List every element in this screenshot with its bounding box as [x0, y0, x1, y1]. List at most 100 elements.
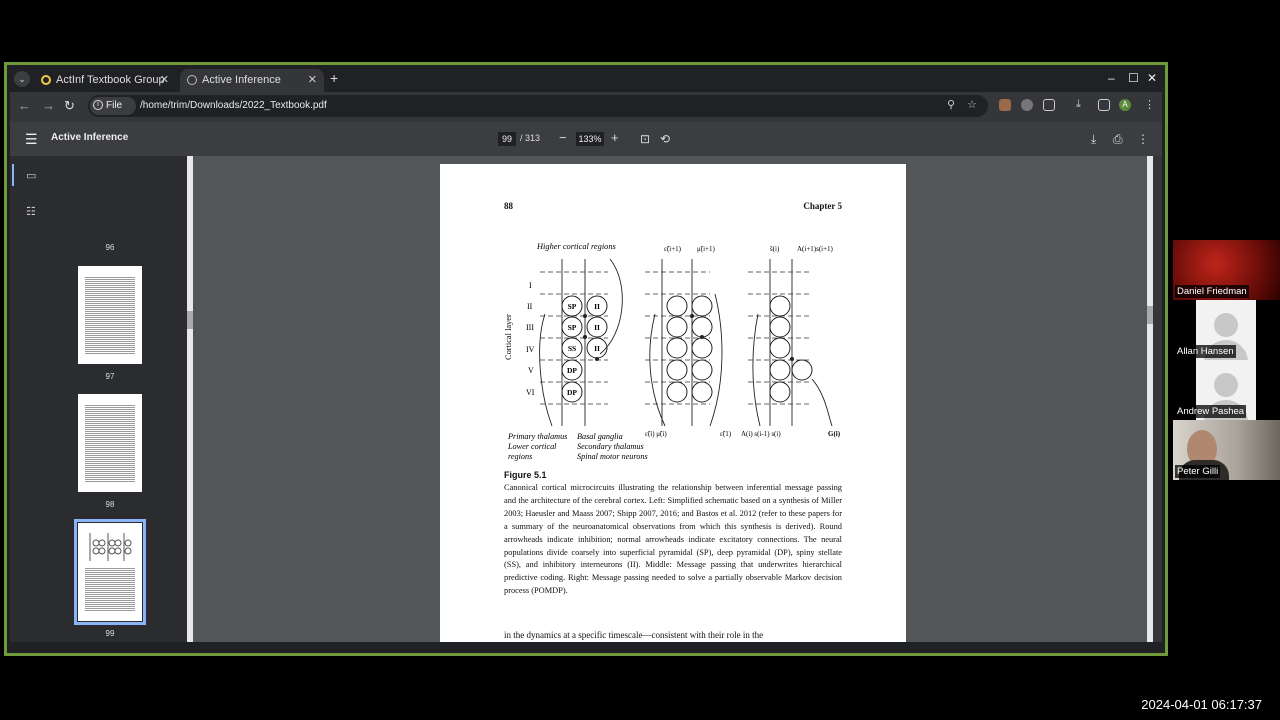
thumbnail-number: 97 [105, 372, 115, 381]
cell-label: DP [567, 366, 577, 375]
extension-icon[interactable] [1021, 99, 1033, 111]
bottom-labels: Primary thalamus Lower cortical regions … [507, 432, 648, 461]
browser-window: ⌄ ActInf Textbook Group ✕ Active Inferen… [10, 66, 1162, 642]
figure-label: A(i+1)s(i+1) [797, 245, 834, 253]
inhibition-dots [583, 314, 794, 361]
figure-label: Figure 5.1 [504, 470, 547, 480]
kebab-menu-icon[interactable]: ⋮ [1144, 98, 1155, 111]
figure-label: Spinal motor neurons [577, 452, 648, 461]
page-number-input[interactable]: 99 [498, 132, 516, 146]
cell-label: SP [568, 323, 577, 332]
figure-label: Secondary thalamus [577, 442, 644, 451]
print-icon[interactable]: ⎙ [1113, 132, 1123, 147]
tab-label: ActInf Textbook Group [56, 74, 165, 86]
cell-label: II [594, 344, 600, 353]
close-window-icon[interactable]: ✕ [1147, 71, 1157, 85]
thumbnail-page[interactable] [78, 394, 142, 492]
zoom-input[interactable]: 133% [576, 132, 604, 146]
url-text[interactable]: /home/trim/Downloads/2022_Textbook.pdf [140, 95, 327, 117]
participant-name: Peter Gilli [1175, 465, 1221, 478]
address-bar[interactable]: i File /home/trim/Downloads/2022_Textboo… [88, 95, 988, 117]
participant-tile[interactable]: Peter Gilli [1173, 420, 1280, 480]
favicon-icon [41, 75, 51, 85]
side-panel-icon[interactable] [1098, 99, 1110, 111]
tab-active-inference[interactable]: Active Inference ✕ [180, 69, 324, 92]
zoom-lens-icon[interactable]: ⚲ [947, 98, 955, 111]
middle-microcircuit-cells [666, 295, 713, 403]
participant-tile[interactable]: Allan Hansen [1173, 300, 1280, 360]
cell-label: SS [568, 344, 576, 353]
new-tab-button[interactable]: + [330, 70, 338, 86]
figure-label: A(i) s(i-1) s(i) [741, 430, 781, 438]
figure-label: s̃(i) [770, 245, 780, 253]
cell-label: SP [568, 302, 577, 311]
more-actions-icon[interactable]: ⋮ [1137, 132, 1149, 146]
zoom-in-button[interactable]: + [611, 130, 619, 145]
figure-label: ε̃(i+1) [664, 245, 682, 253]
viewer-scrollbar[interactable] [1147, 156, 1153, 642]
thumbnail-number: 96 [105, 243, 115, 252]
reload-icon[interactable]: ↻ [64, 98, 75, 114]
document-title: Active Inference [51, 132, 129, 143]
right-microcircuit-cells [769, 295, 813, 403]
recording-timestamp: 2024-04-01 06:17:37 [1141, 697, 1262, 712]
layer-label: III [526, 323, 534, 332]
figure-label: μ̃(i+1) [697, 245, 715, 253]
figure-label: ε̃(1) [720, 430, 732, 438]
figure-label: G(i) [828, 430, 841, 438]
cell-label: II [594, 302, 600, 311]
layer-labels: I II III IV V VI [526, 281, 535, 397]
site-info-chip[interactable]: i File [90, 97, 136, 115]
extension-icon[interactable] [999, 99, 1011, 111]
close-icon[interactable]: ✕ [160, 69, 169, 92]
tab-actinf-textbook-group[interactable]: ActInf Textbook Group ✕ [34, 69, 176, 92]
thumbnail-page[interactable] [78, 266, 142, 364]
download-icon[interactable]: ⤓ [1091, 132, 1096, 147]
layer-label: I [529, 281, 532, 290]
layer-label: VI [526, 388, 535, 397]
close-icon[interactable]: ✕ [308, 69, 317, 92]
thumbnail-page-selected[interactable] [74, 519, 146, 625]
cortical-layer-axis-label: Cortical layer [504, 314, 513, 360]
pdf-toolbar: ☰ Active Inference 99 / 313 − 133% + ⊡ ⟲… [10, 122, 1162, 156]
participant-tile[interactable]: Daniel Friedman [1173, 240, 1280, 300]
selected-indicator [12, 164, 14, 186]
back-icon[interactable]: ← [18, 98, 31, 113]
figure-label: Primary thalamus [507, 432, 567, 441]
bookmark-star-icon[interactable]: ☆ [967, 98, 977, 111]
tab-search-icon[interactable]: ⌄ [14, 71, 30, 87]
fit-page-icon[interactable]: ⊡ [640, 132, 650, 146]
figure-label: Basal ganglia [577, 432, 623, 441]
layer-label: V [528, 366, 534, 375]
rotate-icon[interactable]: ⟲ [660, 132, 670, 146]
profile-avatar[interactable]: A [1119, 99, 1131, 111]
download-icon[interactable]: ⤓ [1076, 98, 1081, 111]
cell-label: II [594, 323, 600, 332]
forward-icon[interactable]: → [42, 98, 55, 113]
figure-top-label: Higher cortical regions [536, 242, 616, 251]
figure-label: ε̃(i) μ̃(i) [645, 430, 667, 438]
participant-tile[interactable]: Andrew Pashea [1173, 360, 1280, 420]
info-icon: i [93, 100, 103, 110]
figure-caption: Canonical cortical microcircuits illustr… [504, 483, 842, 596]
thumbnails-view-icon[interactable]: ▭ [26, 169, 36, 182]
thumbnail-number: 99 [105, 629, 115, 638]
viewer-scroll-thumb[interactable] [1147, 306, 1153, 324]
participant-name: Allan Hansen [1175, 345, 1236, 358]
page-count: / 313 [520, 133, 541, 143]
hamburger-menu-icon[interactable]: ☰ [25, 131, 38, 148]
zoom-out-button[interactable]: − [559, 130, 567, 145]
document-viewport[interactable]: 88 Chapter 5 Higher cortical regions Cor… [193, 156, 1153, 642]
thumbnail-number: 98 [105, 500, 115, 509]
figure-label: Lower cortical [507, 442, 557, 451]
participant-name: Daniel Friedman [1175, 285, 1249, 298]
extensions-puzzle-icon[interactable] [1043, 99, 1055, 111]
maximize-icon[interactable]: ☐ [1128, 71, 1139, 85]
minimize-icon[interactable]: – [1108, 71, 1115, 85]
layer-label: IV [526, 345, 535, 354]
tab-label: Active Inference [202, 74, 281, 86]
body-text: in the dynamics at a specific timescale—… [504, 630, 764, 640]
figure-label: regions [508, 452, 532, 461]
participant-name: Andrew Pashea [1175, 405, 1247, 418]
outline-view-icon[interactable]: ☷ [26, 205, 36, 218]
